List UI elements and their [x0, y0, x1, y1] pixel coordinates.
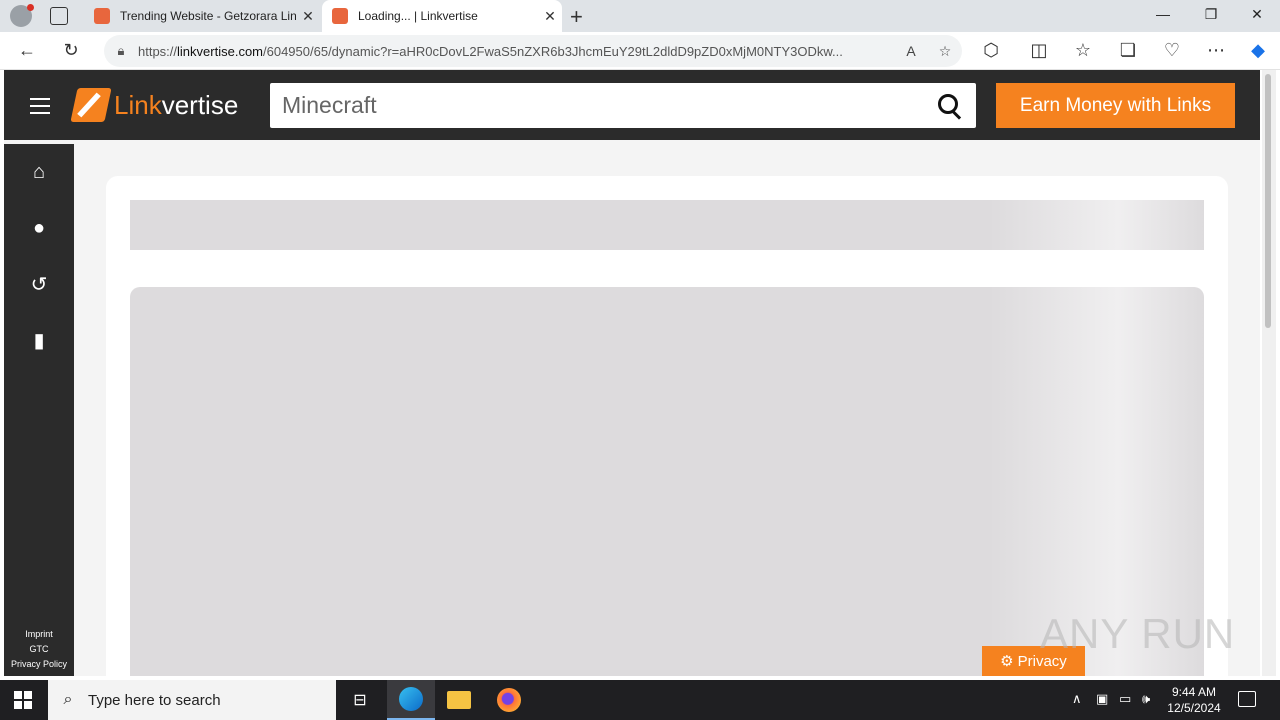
tray-device-icon[interactable]: ▣ — [1096, 691, 1108, 707]
url-text[interactable]: https://linkvertise.com/604950/65/dynami… — [138, 44, 894, 59]
more-menu-icon[interactable]: ⋯ — [1205, 40, 1227, 61]
gtc-link[interactable]: GTC — [4, 642, 74, 657]
new-tab-button[interactable]: + — [570, 4, 583, 30]
loading-skeleton-title — [130, 200, 1204, 250]
lock-icon[interactable]: 🔒︎ — [104, 43, 138, 59]
linkvertise-favicon-icon — [94, 8, 110, 24]
taskbar-search[interactable]: ⌕ Type here to search — [48, 680, 336, 720]
scrollbar-thumb[interactable] — [1265, 74, 1271, 328]
read-aloud-icon[interactable]: A — [894, 43, 928, 59]
copilot-icon[interactable]: ◆ — [1247, 40, 1269, 61]
earn-money-button[interactable]: Earn Money with Links — [996, 83, 1235, 128]
windows-taskbar: ⌕ Type here to search ⊟ ∧ ▣ ▭ 🕪︎ 9:44 AM… — [0, 680, 1280, 720]
url-path: /604950/65/dynamic?r=aHR0cDovL2FwaS5nZXR… — [263, 43, 843, 59]
privacy-policy-link[interactable]: Privacy Policy — [4, 657, 74, 672]
url-host: linkvertise.com — [177, 43, 263, 59]
restore-icon[interactable]: ❐ — [1188, 6, 1234, 23]
taskbar-clock[interactable]: 9:44 AM 12/5/2024 — [1160, 684, 1228, 716]
url-scheme: https:// — [138, 43, 178, 59]
close-tab-icon[interactable]: ✕ — [296, 8, 320, 25]
favorites-icon[interactable]: ☆ — [1072, 40, 1094, 61]
site-sidebar: ⌂ ● ↺ ▮ Imprint GTC Privacy Policy — [4, 144, 74, 676]
clock-date: 12/5/2024 — [1167, 701, 1221, 715]
split-screen-icon[interactable]: ◫ — [1028, 40, 1050, 61]
logo-word-link: Link — [114, 89, 162, 120]
close-window-icon[interactable]: ✕ — [1234, 6, 1280, 23]
close-tab-icon[interactable]: ✕ — [538, 8, 562, 25]
file-explorer-icon[interactable] — [435, 680, 483, 720]
user-icon[interactable]: ● — [4, 200, 74, 256]
logo-wordmark: Linkvertise — [114, 90, 238, 121]
back-arrow-icon[interactable]: ← — [16, 40, 38, 61]
search-input[interactable]: Minecraft — [270, 92, 926, 119]
content-card — [106, 176, 1228, 676]
refresh-icon[interactable]: ↻ — [60, 40, 82, 61]
firefox-taskbar-icon[interactable] — [485, 680, 533, 720]
linkvertise-logo[interactable]: Linkvertise — [70, 88, 238, 122]
collections-icon[interactable]: ❏ — [1117, 40, 1139, 61]
history-icon[interactable]: ↺ — [4, 256, 74, 312]
tray-chevron-up-icon[interactable]: ∧ — [1072, 691, 1082, 707]
taskbar-search-placeholder: Type here to search — [88, 691, 221, 709]
tab-title: Loading... | Linkvertise — [358, 9, 478, 23]
browser-tab-bar: Trending Website - Getzorara Lin ✕ Loadi… — [0, 0, 1280, 32]
windows-start-icon[interactable] — [14, 691, 32, 709]
site-search[interactable]: Minecraft — [270, 83, 976, 128]
volume-icon[interactable]: 🕪︎ — [1142, 691, 1150, 707]
hamburger-menu-icon[interactable] — [30, 98, 50, 114]
notification-center-icon[interactable] — [1238, 691, 1256, 707]
address-bar[interactable]: 🔒︎ https://linkvertise.com/604950/65/dyn… — [104, 35, 962, 67]
notification-dot — [27, 4, 34, 11]
bookmark-icon[interactable]: ▮ — [4, 312, 74, 368]
gear-icon: ⚙ — [1000, 653, 1014, 670]
tab-linkvertise[interactable]: Loading... | Linkvertise ✕ — [322, 0, 562, 32]
tab-actions-icon[interactable] — [50, 7, 68, 25]
task-view-icon[interactable]: ⊟ — [336, 680, 384, 720]
search-icon: ⌕ — [63, 691, 73, 708]
sidebar-footer: Imprint GTC Privacy Policy — [4, 627, 74, 672]
site-header: Linkvertise Minecraft Earn Money with Li… — [4, 70, 1260, 140]
tab-getzorara[interactable]: Trending Website - Getzorara Lin ✕ — [84, 0, 320, 32]
extensions-icon[interactable]: ⬡ — [980, 40, 1002, 61]
edge-taskbar-icon[interactable] — [387, 680, 435, 720]
browser-toolbar: ← ↻ 🔒︎ https://linkvertise.com/604950/65… — [0, 32, 1280, 70]
logo-mark-icon — [70, 88, 112, 122]
profile-avatar-icon[interactable] — [10, 4, 34, 27]
logo-word-vertise: vertise — [161, 89, 239, 120]
minimize-icon[interactable]: — — [1140, 6, 1186, 22]
favorite-star-icon[interactable]: ☆ — [928, 43, 962, 60]
browser-essentials-icon[interactable]: ♡ — [1161, 40, 1183, 61]
imprint-link[interactable]: Imprint — [4, 627, 74, 642]
clock-time: 9:44 AM — [1171, 685, 1217, 699]
search-icon[interactable] — [926, 83, 976, 128]
page-scrollbar[interactable] — [1262, 70, 1276, 676]
anyrun-watermark: ANY RUN — [1040, 610, 1236, 657]
linkvertise-favicon-icon — [332, 8, 348, 24]
page-viewport: Linkvertise Minecraft Earn Money with Li… — [4, 70, 1260, 676]
tab-title: Trending Website - Getzorara Lin — [120, 9, 296, 23]
home-icon[interactable]: ⌂ — [4, 144, 74, 200]
network-icon[interactable]: ▭ — [1119, 691, 1131, 707]
